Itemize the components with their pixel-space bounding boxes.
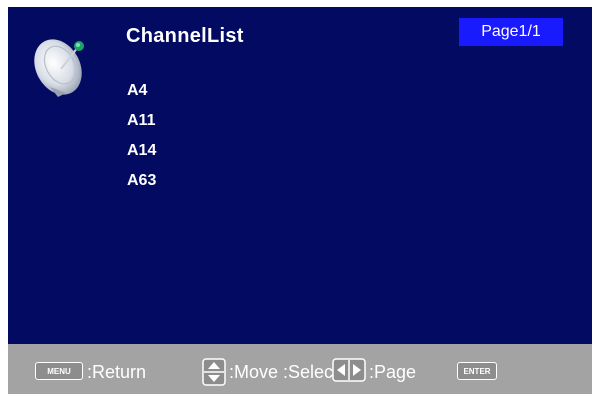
page-hint: :Page: [369, 362, 417, 382]
channel-item[interactable]: A63: [127, 173, 156, 203]
channel-list: A4 A11 A14 A63: [127, 83, 156, 203]
channel-item[interactable]: A14: [127, 143, 156, 173]
left-right-arrows-icon: [332, 358, 366, 382]
channel-item[interactable]: A11: [127, 113, 156, 143]
page-title: ChannelList: [126, 25, 244, 47]
page-indicator: Page1/1: [459, 18, 563, 46]
channel-item[interactable]: A4: [127, 83, 156, 113]
menu-key-button[interactable]: MENU: [35, 362, 83, 380]
up-down-arrows-icon: [202, 358, 226, 386]
move-hint: :Move: [229, 362, 279, 382]
key-hint-bar: MENU :Return :Move :Select :Page ENTER: [8, 344, 592, 394]
select-hint: :Select: [283, 362, 339, 382]
channel-list-screen: ChannelList Page1/1 A4 A11 A14 A63: [8, 7, 592, 344]
satellite-dish-icon: [28, 27, 96, 99]
return-hint: :Return: [87, 362, 147, 382]
enter-key-button[interactable]: ENTER: [457, 362, 497, 380]
